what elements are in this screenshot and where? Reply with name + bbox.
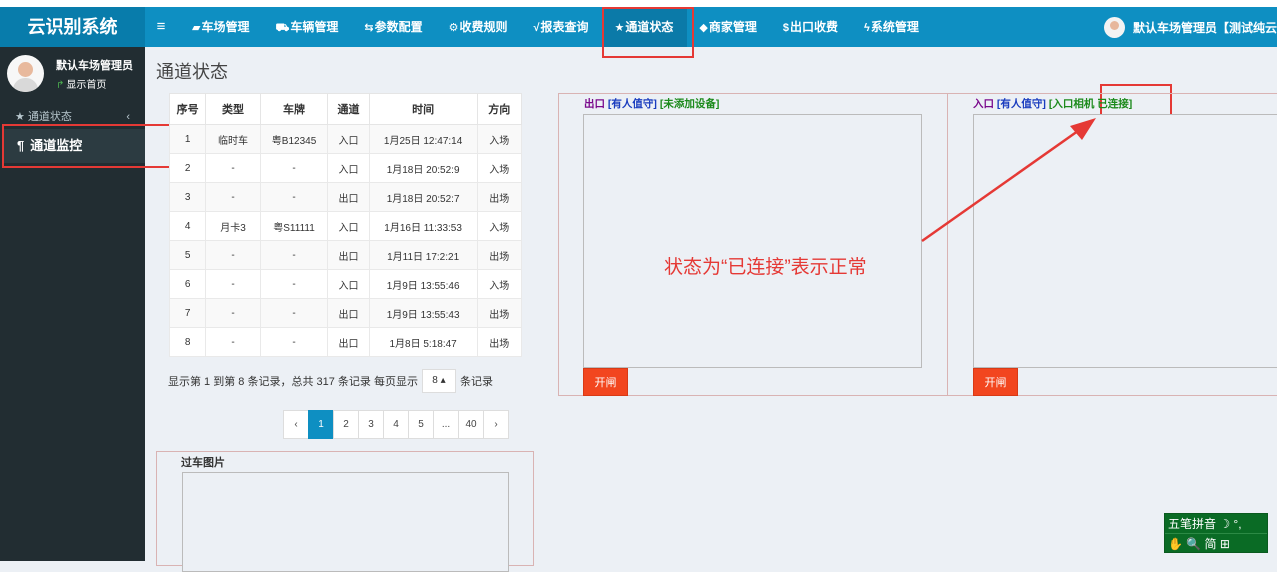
ime-toolbar[interactable]: 五笔拼音 ☽ °, ✋ 🔍 简 ⊞: [1164, 513, 1268, 553]
annotation-arrow: [921, 118, 1096, 243]
ime-mode-row[interactable]: 五笔拼音 ☽ °,: [1165, 514, 1267, 533]
ime-tools-row[interactable]: ✋ 🔍 简 ⊞: [1165, 533, 1267, 552]
